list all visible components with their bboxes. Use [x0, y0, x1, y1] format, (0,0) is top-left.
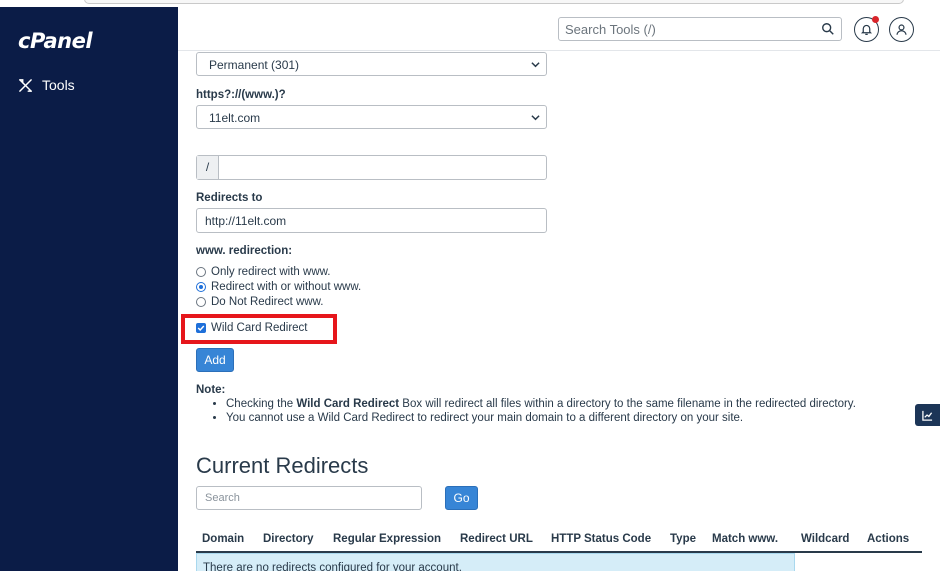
wildcard-label: Wild Card Redirect: [211, 322, 308, 334]
wildcard-checkbox[interactable]: [196, 323, 206, 333]
chevron-down-icon: [531, 115, 540, 121]
column-header: Actions: [867, 533, 910, 545]
note-item: You cannot use a Wild Card Redirect to r…: [226, 412, 856, 426]
redirect-search-input[interactable]: [197, 487, 417, 509]
column-header[interactable]: Directory: [263, 533, 314, 545]
domain-select-value: 11elt.com: [209, 111, 261, 125]
note-title: Note:: [196, 384, 226, 396]
sidebar-item-tools[interactable]: Tools: [18, 77, 75, 93]
bell-icon: [860, 24, 873, 35]
path-prefix-addon: /: [197, 156, 219, 179]
search-icon[interactable]: [821, 22, 835, 36]
search-tools-input[interactable]: [559, 18, 809, 40]
radio-label: Redirect with or without www.: [211, 281, 362, 293]
column-header[interactable]: Type: [670, 533, 696, 545]
radio-button[interactable]: [196, 267, 206, 277]
main-content: Permanent (301) https?://(www.)? 11elt.c…: [178, 51, 940, 571]
radio-button[interactable]: [196, 282, 206, 292]
column-header[interactable]: Domain: [202, 533, 244, 545]
path-input[interactable]: [220, 156, 546, 179]
domain-select[interactable]: 11elt.com: [196, 105, 547, 129]
search-tools-box: [558, 17, 842, 41]
notification-dot: [872, 16, 879, 23]
tools-icon: [19, 78, 32, 92]
browser-address-strip: [0, 0, 940, 7]
note-list: Checking the Wild Card Redirect Box will…: [226, 398, 856, 425]
address-bar-edge: [84, 0, 904, 4]
radio-label: Do Not Redirect www.: [211, 296, 324, 308]
column-header[interactable]: Regular Expression: [333, 533, 441, 545]
column-header[interactable]: Wildcard: [801, 533, 849, 545]
www-redirection-label: www. redirection:: [196, 245, 293, 257]
chart-icon: [922, 410, 933, 421]
user-icon: [896, 24, 907, 35]
cpanel-logo[interactable]: cPanel: [18, 29, 93, 53]
note-bold-text: Wild Card Redirect: [296, 398, 400, 410]
sidebar: cPanel Tools: [0, 7, 178, 571]
redirects-to-input[interactable]: http://11elt.com: [196, 208, 547, 233]
radio-do-not-redirect-www[interactable]: Do Not Redirect www.: [196, 296, 323, 308]
empty-table-message: There are no redirects configured for yo…: [196, 553, 795, 571]
radio-button[interactable]: [196, 297, 206, 307]
radio-only-www[interactable]: Only redirect with www.: [196, 266, 331, 278]
top-bar: [178, 7, 940, 51]
column-header[interactable]: HTTP Status Code: [551, 533, 651, 545]
add-button[interactable]: Add: [196, 348, 234, 372]
go-button[interactable]: Go: [445, 486, 478, 510]
user-menu-button[interactable]: [889, 17, 914, 42]
redirect-search-box: [196, 486, 422, 510]
note-item: Checking the Wild Card Redirect Box will…: [226, 398, 856, 412]
redirects-to-label: Redirects to: [196, 192, 263, 204]
note-text: Checking the: [226, 398, 297, 410]
wildcard-redirect-checkbox-row[interactable]: Wild Card Redirect: [196, 322, 308, 334]
redirect-type-value: Permanent (301): [209, 58, 300, 72]
current-redirects-title: Current Redirects: [196, 453, 369, 478]
note-text: Box will redirect all files within a dir…: [399, 398, 856, 410]
chevron-down-icon: [531, 62, 540, 68]
sidebar-item-label: Tools: [42, 77, 75, 93]
column-header[interactable]: Redirect URL: [460, 533, 533, 545]
radio-with-or-without-www[interactable]: Redirect with or without www.: [196, 281, 361, 293]
notifications-button[interactable]: [854, 16, 879, 42]
redirect-type-select[interactable]: Permanent (301): [196, 52, 547, 76]
column-header[interactable]: Match www.: [712, 533, 778, 545]
table-header: Domain Directory Regular Expression Redi…: [196, 531, 922, 553]
stats-panel-button[interactable]: [915, 404, 940, 426]
path-input-group: /: [196, 155, 547, 180]
radio-label: Only redirect with www.: [211, 266, 331, 278]
domain-label: https?://(www.)?: [196, 89, 286, 101]
checkmark-icon: [197, 325, 205, 332]
